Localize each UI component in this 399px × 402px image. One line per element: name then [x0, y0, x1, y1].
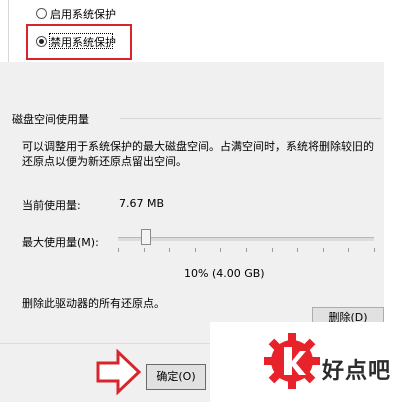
current-usage-label: 当前使用量:: [22, 199, 81, 212]
slider-tick: [144, 248, 145, 252]
slider-tick: [169, 248, 170, 252]
disk-usage-description: 可以调整用于系统保护的最大磁盘空间。占满空间时，系统将删除较旧的还原点以便为新还…: [22, 140, 374, 168]
enable-protection-radio[interactable]: [36, 8, 47, 19]
slider-tick: [195, 248, 196, 252]
disable-protection-radio[interactable]: [36, 36, 47, 47]
section-divider: [120, 118, 382, 119]
annotation-arrow-icon: [96, 349, 142, 395]
max-usage-slider-thumb[interactable]: [140, 229, 151, 245]
slider-tick: [297, 248, 298, 252]
slider-tick: [118, 248, 119, 252]
delete-restore-points-text: 删除此驱动器的所有还原点。: [22, 297, 165, 310]
max-usage-slider-track[interactable]: [118, 237, 374, 241]
slider-tick: [246, 248, 247, 252]
slider-tick: [374, 248, 375, 252]
max-usage-label: 最大使用量(M):: [22, 236, 99, 249]
disk-usage-title: 磁盘空间使用量: [12, 113, 89, 126]
ok-button[interactable]: 确定(O): [146, 364, 206, 390]
slider-tick: [272, 248, 273, 252]
panel-edge: [8, 0, 9, 62]
disable-protection-label[interactable]: 禁用系统保护: [50, 34, 116, 50]
slider-tick: [220, 248, 221, 252]
slider-tick: [323, 248, 324, 252]
slider-tick: [348, 248, 349, 252]
current-usage-value: 7.67 MB: [119, 197, 165, 210]
enable-protection-label[interactable]: 启用系统保护: [50, 6, 116, 22]
max-usage-display: 10% (4.00 GB): [184, 267, 265, 280]
watermark-text: 好点吧: [322, 359, 392, 384]
gear-logo-icon: [264, 333, 320, 389]
